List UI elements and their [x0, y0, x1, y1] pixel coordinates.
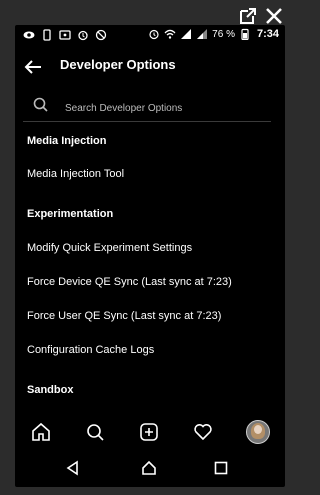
- page-title: Developer Options: [60, 57, 176, 72]
- recents-icon[interactable]: [213, 460, 229, 476]
- close-icon[interactable]: [264, 6, 284, 26]
- signal-2-icon: [197, 29, 208, 39]
- signal-icon: [181, 29, 192, 39]
- home-icon[interactable]: [30, 421, 52, 443]
- list-item-modify-quick-experiment[interactable]: Modify Quick Experiment Settings: [27, 242, 192, 254]
- search-input[interactable]: [63, 98, 267, 118]
- clock: 7:34: [256, 28, 279, 40]
- cast-icon: [59, 30, 71, 40]
- alarm-clock-icon: [149, 29, 159, 40]
- search-bar[interactable]: [23, 93, 271, 122]
- eye-icon: [23, 31, 35, 39]
- status-bar: 76 % 7:34: [15, 25, 285, 47]
- profile-avatar[interactable]: [246, 420, 270, 444]
- list-item-force-user-qe-sync[interactable]: Force User QE Sync (Last sync at 7:23): [27, 310, 221, 322]
- section-media-injection: Media Injection: [27, 135, 107, 147]
- no-disturb-icon: [95, 29, 107, 41]
- list-item-force-device-qe-sync[interactable]: Force Device QE Sync (Last sync at 7:23): [27, 276, 232, 288]
- wifi-icon: [164, 29, 176, 39]
- section-experimentation: Experimentation: [27, 208, 114, 220]
- back-icon[interactable]: [65, 460, 81, 476]
- back-arrow-icon[interactable]: [23, 57, 43, 77]
- search-icon: [33, 97, 48, 112]
- add-post-icon[interactable]: [138, 421, 160, 443]
- battery-icon: [241, 28, 249, 40]
- list-item-media-injection-tool[interactable]: Media Injection Tool: [27, 168, 124, 180]
- app-bar: Developer Options: [15, 47, 285, 87]
- bottom-nav: [15, 415, 285, 449]
- phone-screen: 76 % 7:34 Developer Options Media Inject…: [15, 25, 285, 487]
- phone-icon: [43, 29, 51, 41]
- alarm-icon: [78, 30, 88, 41]
- system-nav-bar: [15, 451, 285, 487]
- section-sandbox: Sandbox: [27, 384, 74, 396]
- open-external-icon[interactable]: [238, 6, 258, 26]
- search-nav-icon[interactable]: [84, 421, 106, 443]
- list-item-configuration-cache-logs[interactable]: Configuration Cache Logs: [27, 344, 154, 356]
- avatar-face: [254, 425, 262, 434]
- home-triangle-icon[interactable]: [141, 460, 157, 476]
- battery-percent: 76 %: [212, 28, 235, 40]
- activity-heart-icon[interactable]: [192, 421, 214, 443]
